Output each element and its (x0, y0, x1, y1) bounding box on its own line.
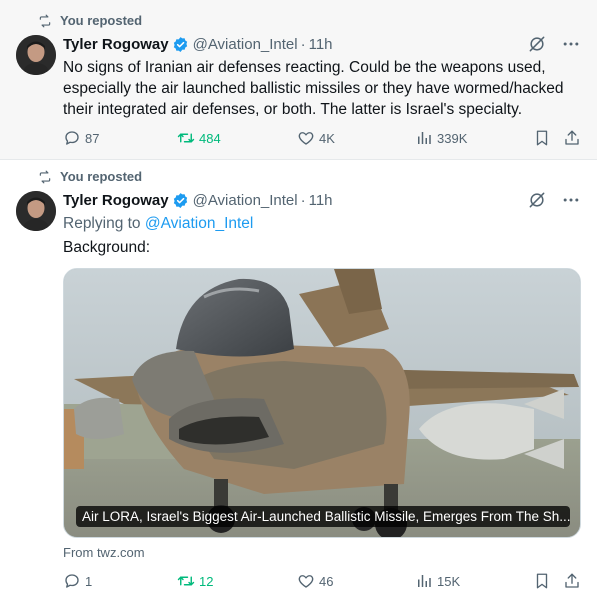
like-count: 4K (319, 130, 335, 146)
author-name[interactable]: Tyler Rogoway (63, 36, 169, 53)
repost-icon (177, 576, 195, 586)
repost-label: You reposted (60, 169, 143, 184)
bookmark-button[interactable] (533, 129, 551, 147)
separator: · (300, 191, 306, 209)
like-button[interactable]: 4K (297, 129, 335, 147)
share-button[interactable] (563, 572, 581, 590)
tweet-actions: 1 12 46 15K (63, 571, 583, 591)
bookmark-icon (536, 573, 548, 589)
card-image (64, 269, 580, 537)
heart-icon (298, 132, 314, 145)
grok-icon[interactable] (527, 190, 547, 210)
bookmark-icon (536, 130, 548, 146)
repost-count: 12 (199, 573, 214, 589)
heart-icon (298, 575, 314, 588)
share-icon (565, 130, 579, 145)
timestamp[interactable]: 11h (309, 36, 333, 53)
avatar[interactable] (16, 191, 56, 231)
avatar[interactable] (16, 35, 56, 75)
tweet-header: Tyler Rogoway @Aviation_Intel · 11h (63, 190, 581, 210)
reply-button[interactable]: 87 (63, 129, 99, 147)
views-icon (418, 132, 431, 144)
replying-prefix: Replying to (63, 215, 141, 232)
more-icon[interactable] (561, 190, 581, 210)
replying-to-link[interactable]: @Aviation_Intel (145, 215, 254, 232)
repost-count: 484 (199, 130, 221, 146)
views-count: 339K (437, 130, 468, 146)
like-button[interactable]: 46 (297, 572, 333, 590)
reply-button[interactable]: 1 (63, 572, 92, 590)
tweet-header: Tyler Rogoway @Aviation_Intel · 11h (63, 34, 581, 54)
tweet-text: Background: (63, 239, 151, 256)
views-button[interactable]: 15K (415, 572, 460, 590)
tweet-text: No signs of Iranian air defenses reactin… (63, 59, 564, 118)
repost-button[interactable]: 12 (177, 572, 213, 590)
repost-context: You reposted (38, 13, 142, 28)
repost-icon (177, 133, 195, 143)
grok-icon[interactable] (527, 34, 547, 54)
reply-icon (65, 574, 79, 588)
like-count: 46 (319, 573, 334, 589)
author-name[interactable]: Tyler Rogoway (63, 192, 169, 209)
more-icon[interactable] (561, 34, 581, 54)
reply-count: 87 (85, 130, 100, 146)
verified-badge-icon (173, 36, 187, 52)
repost-context: You reposted (38, 169, 142, 184)
bookmark-button[interactable] (533, 572, 551, 590)
card-title: Air LORA, Israel's Biggest Air-Launched … (76, 506, 570, 527)
reply-count: 1 (85, 573, 93, 589)
repost-icon (39, 14, 51, 27)
views-icon (418, 575, 431, 587)
author-handle[interactable]: @Aviation_Intel (193, 192, 298, 209)
repost-label: You reposted (60, 13, 143, 28)
link-card[interactable]: Air LORA, Israel's Biggest Air-Launched … (63, 268, 581, 538)
replying-to: Replying to @Aviation_Intel (63, 213, 581, 234)
tweet-1[interactable]: You reposted Tyler Rogoway @Aviation_Int… (0, 0, 597, 160)
views-count: 15K (437, 573, 461, 589)
views-button[interactable]: 339K (415, 129, 467, 147)
share-button[interactable] (563, 129, 581, 147)
share-icon (565, 573, 579, 588)
avatar-photo (16, 191, 56, 231)
repost-button[interactable]: 484 (177, 129, 221, 147)
tweet-actions: 87 484 4K 339K (63, 128, 583, 148)
verified-badge-icon (173, 192, 187, 208)
author-handle[interactable]: @Aviation_Intel (193, 36, 298, 53)
repost-icon (39, 170, 51, 183)
tweet-2[interactable]: You reposted Tyler Rogoway @Aviation_Int… (0, 161, 597, 603)
separator: · (300, 35, 306, 53)
avatar-photo (16, 35, 56, 75)
card-source[interactable]: From twz.com (63, 545, 581, 560)
timestamp[interactable]: 11h (309, 192, 333, 209)
reply-icon (65, 131, 79, 145)
